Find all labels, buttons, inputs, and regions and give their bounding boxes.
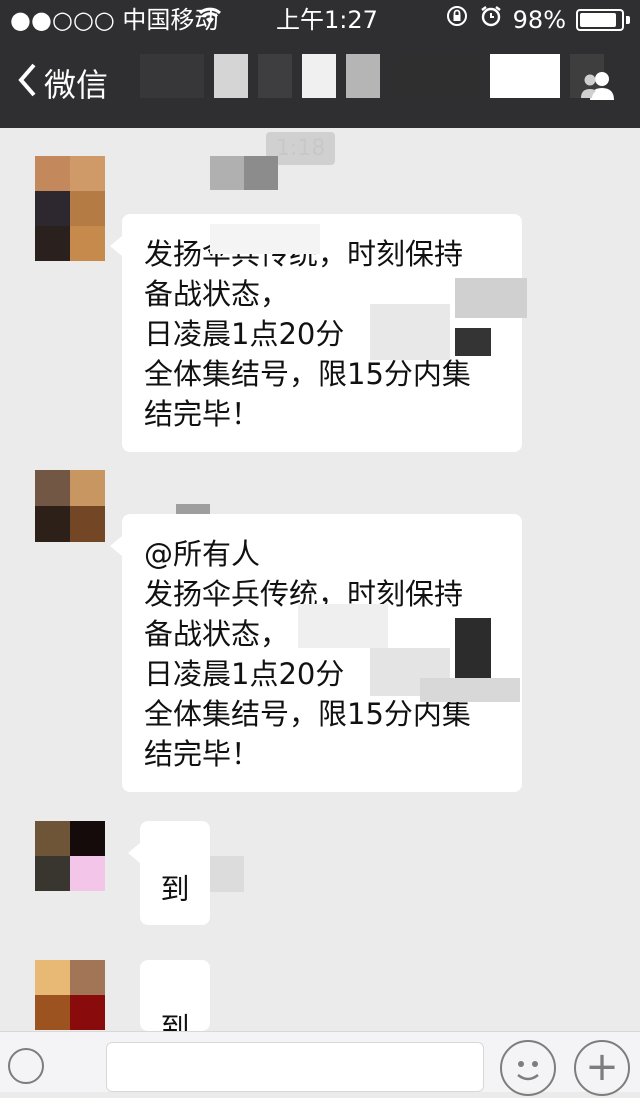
alarm-icon xyxy=(479,0,503,40)
avatar[interactable] xyxy=(35,156,105,261)
battery-icon xyxy=(576,9,624,31)
top-bar: ●●○○○ 中国移动 上午1:27 98% 微信 xyxy=(0,0,640,128)
message-line: 发扬伞兵传统，时刻保持 xyxy=(144,237,464,271)
redaction-mosaic xyxy=(210,856,244,892)
message-line: @所有人 xyxy=(144,537,261,571)
redaction-mosaic xyxy=(455,278,527,318)
input-bar: + xyxy=(0,1031,640,1096)
wifi-icon xyxy=(196,0,224,40)
battery-cap xyxy=(626,16,630,24)
redaction-mosaic xyxy=(420,678,520,702)
avatar[interactable] xyxy=(35,821,105,891)
message-line: 到 xyxy=(160,1011,190,1031)
redaction-mosaic xyxy=(298,604,388,648)
avatar[interactable] xyxy=(35,470,105,542)
status-time: 上午1:27 xyxy=(276,6,378,34)
chat-area[interactable]: 1:18 发扬伞兵传统，时刻保持 备战状态， 日凌晨1点20分 全体集结号，限1… xyxy=(0,128,640,1031)
battery-percent: 98% xyxy=(512,6,566,34)
chat-title-mosaic xyxy=(140,54,604,98)
back-label: 微信 xyxy=(44,66,109,104)
message-input[interactable] xyxy=(106,1042,484,1092)
user-group-icon[interactable] xyxy=(580,70,616,100)
voice-icon[interactable] xyxy=(8,1048,44,1084)
message-line: 到 xyxy=(160,872,190,906)
emoji-icon[interactable] xyxy=(500,1040,556,1096)
sender-name-mosaic xyxy=(210,156,278,190)
message-line: 结完毕！ xyxy=(144,397,261,431)
back-button[interactable]: 微信 xyxy=(16,60,108,106)
redaction-mosaic xyxy=(370,304,450,360)
carrier-label: ●●○○○ 中国移动 xyxy=(10,6,219,34)
redaction-mosaic xyxy=(455,618,491,678)
chevron-left-icon xyxy=(16,62,38,105)
redaction-mosaic xyxy=(455,328,491,356)
message-bubble[interactable]: 到 xyxy=(128,821,210,925)
message-line: 全体集结号，限15分内集 xyxy=(144,357,471,391)
message-bubble[interactable]: 到 xyxy=(140,960,210,1031)
avatar[interactable] xyxy=(35,960,105,1030)
nav-bar: 微信 xyxy=(0,40,640,128)
plus-icon[interactable]: + xyxy=(574,1040,630,1096)
status-bar: ●●○○○ 中国移动 上午1:27 98% xyxy=(0,0,640,40)
message-line: 结完毕！ xyxy=(144,737,261,771)
rotation-lock-icon xyxy=(445,0,469,40)
redaction-mosaic xyxy=(210,224,320,254)
status-right: 98% xyxy=(445,0,630,40)
